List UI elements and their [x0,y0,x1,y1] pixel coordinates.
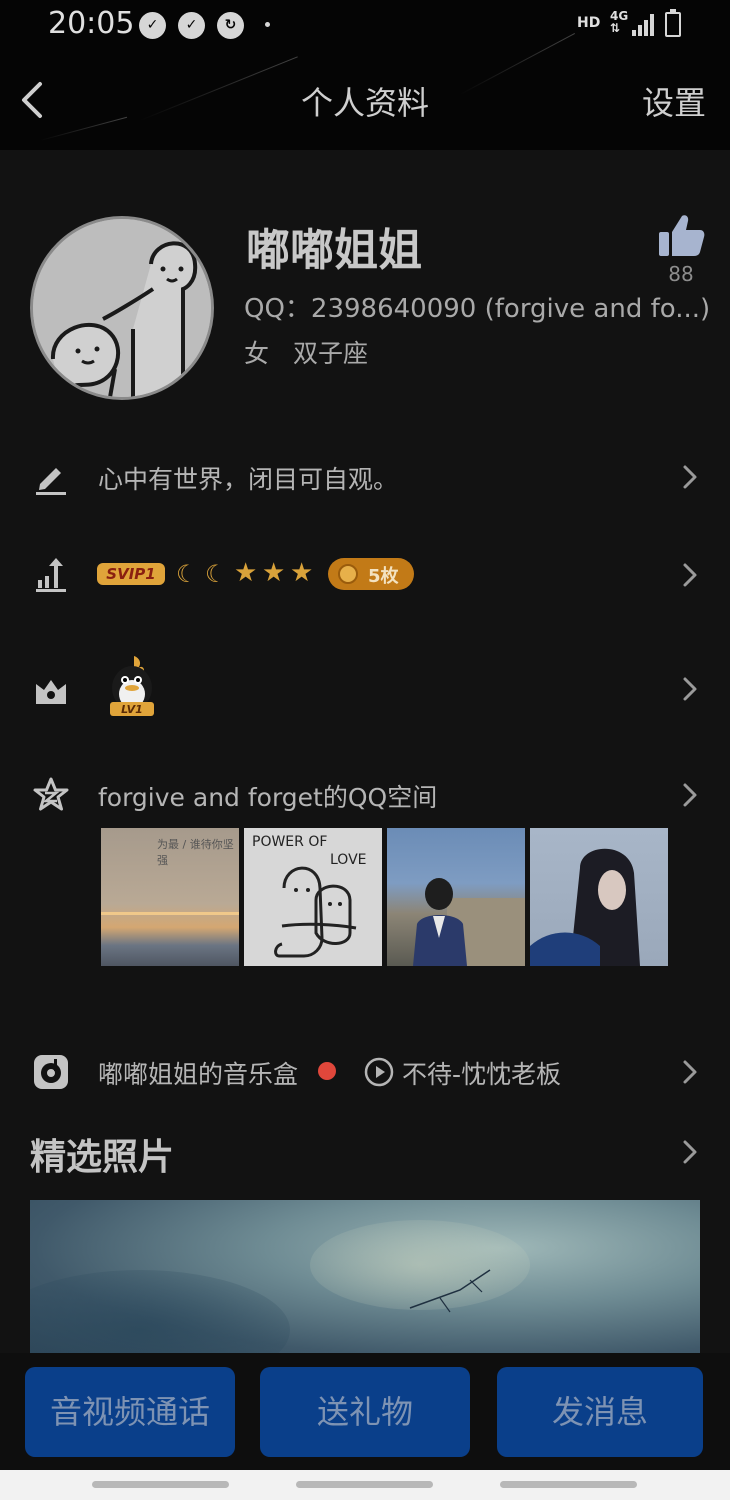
moon-icon: ☾ [176,560,198,588]
star-icon: ★ [262,558,286,588]
chevron-right-icon [683,783,697,807]
header-area: 20:05 ✓ ✓ ↻ HD 4G ⇅ 个人资料 设置 [0,0,730,150]
chevron-right-icon [683,465,697,489]
music-box-icon [34,1055,68,1089]
edit-icon [36,468,66,495]
status-time: 20:05 [48,6,135,41]
signal-icon [632,14,654,36]
song-name: 不待-忱忱老板 [402,1060,562,1089]
featured-photo-detail [409,1269,491,1313]
video-call-button[interactable]: 音视频通话 [25,1367,235,1457]
status-bar: 20:05 ✓ ✓ ↻ HD 4G ⇅ [0,0,730,54]
medal-count: 5枚 [368,566,399,587]
nav-home-button[interactable] [296,1481,433,1488]
svg-text:LV1: LV1 [121,703,143,716]
check-icon: ✓ [178,12,205,39]
gender-zodiac: 女 双子座 [244,334,384,370]
qzone-photo-thumbnail[interactable]: 为最 / 谁待你坚强 [101,828,239,966]
sync-icon: ↻ [217,12,244,39]
qzone-photo-thumbnail[interactable] [530,828,668,966]
star-icon: ★ [290,558,314,588]
featured-photo[interactable] [30,1200,700,1360]
like-count: 88 [668,262,694,286]
nickname: 嘟嘟姐姐 [246,225,422,276]
chevron-right-icon [683,1140,697,1164]
level-up-icon [36,558,66,592]
thumb-caption: 为最 / 谁待你坚强 [157,838,234,867]
nav-recents-button[interactable] [92,1481,229,1488]
send-gift-button[interactable]: 送礼物 [260,1367,470,1457]
qzone-photo-thumbnail[interactable]: POWER OF LOVE [244,828,382,966]
medal-icon [338,564,358,584]
battery-icon [665,9,681,37]
qzone-star-icon [33,777,69,811]
girl-photo [413,878,525,966]
music-box-title: 嘟嘟姐姐的音乐盒 [98,1060,299,1089]
page-title: 个人资料 [300,84,429,122]
qzone-photo-thumbnail[interactable] [387,828,525,966]
new-indicator-dot [318,1062,336,1080]
penguin-level-icon: LV1 [110,656,154,716]
bottom-action-bar: 音视频通话 送礼物 发消息 [0,1353,730,1470]
system-nav-bar [0,1470,730,1500]
settings-button[interactable]: 设置 [642,78,706,124]
avatar-drawing [33,219,211,397]
play-icon[interactable] [364,1057,394,1087]
crown-icon [36,680,66,704]
chevron-right-icon [683,677,697,701]
chevron-right-icon [683,1060,697,1084]
zodiac: 双子座 [292,339,368,368]
notification-dot-icon [265,22,270,27]
signature-text: 心中有世界，闭目可自观。 [98,465,399,494]
horizon-line [101,912,239,915]
hug-drawing [274,866,357,958]
nav-back-button[interactable] [500,1481,637,1488]
send-message-button[interactable]: 发消息 [497,1367,703,1457]
featured-photos-title: 精选照片 [30,1137,175,1178]
girl-photo [530,848,640,966]
chevron-right-icon [683,563,697,587]
qq-number: QQ：2398640090 (forgive and fo...) [244,294,711,324]
moon-icon: ☾ [205,560,227,588]
check-icon: ✓ [139,12,166,39]
qzone-title: forgive and forget的QQ空间 [98,783,438,812]
nav-header: 个人资料 设置 [0,54,730,150]
avatar[interactable] [30,216,214,400]
network-type-icon: 4G ⇅ [610,9,629,35]
hd-indicator: HD [577,15,601,31]
thumbs-up-icon[interactable] [656,212,706,260]
medal-badge: 5枚 [328,558,414,590]
svip-badge: SVIP1 [97,563,165,585]
star-icon: ★ [234,558,258,588]
gender: 女 [244,339,270,368]
